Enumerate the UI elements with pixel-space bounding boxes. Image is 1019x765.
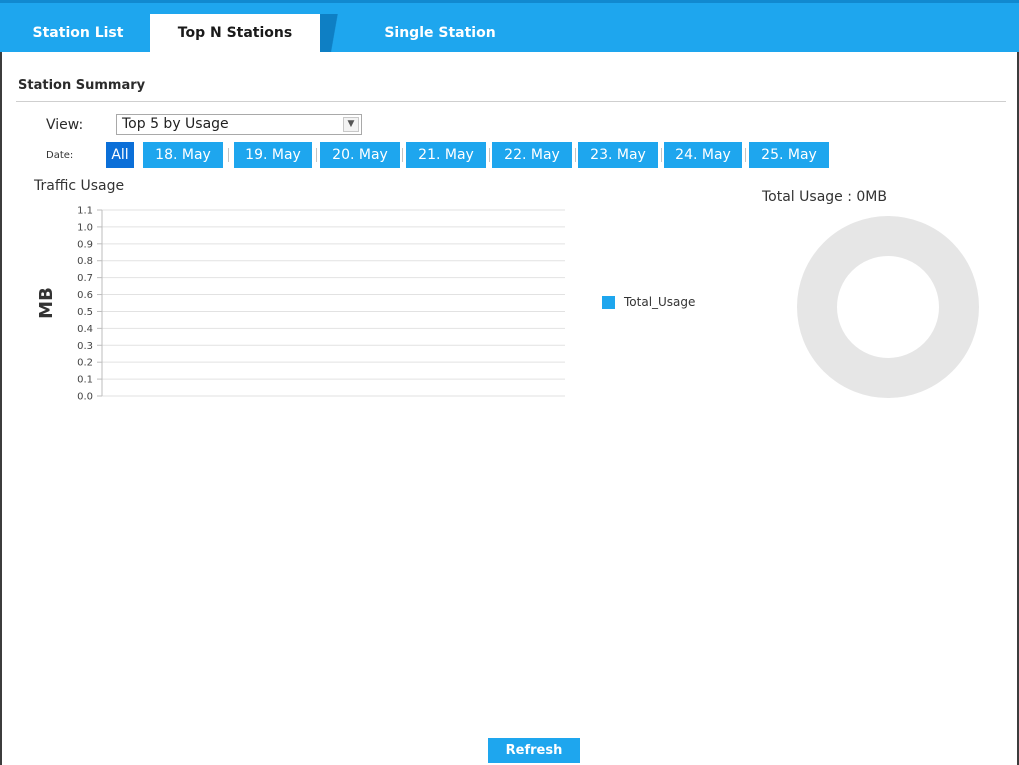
chart-legend: Total_Usage <box>602 295 695 309</box>
date-separator <box>489 148 490 162</box>
chart-y-tick-label: 0.1 <box>77 375 93 386</box>
chart-y-tick-label: 0.5 <box>77 307 93 318</box>
tab-bar: Station List Top N Stations Single Stati… <box>0 0 1019 52</box>
date-separator <box>661 148 662 162</box>
date-filter-all[interactable]: All <box>106 142 134 168</box>
date-separator <box>228 148 229 162</box>
chart-y-axis-label: MB <box>36 287 57 319</box>
date-label: Date: <box>46 150 74 161</box>
chart-y-tick-label: 0.2 <box>77 358 93 369</box>
chart-title: Traffic Usage <box>34 178 125 194</box>
donut-ring <box>797 216 979 398</box>
date-filter-21-may[interactable]: 21. May <box>406 142 486 168</box>
section-divider <box>16 101 1006 102</box>
view-select-value: Top 5 by Usage <box>122 116 229 132</box>
legend-label-total-usage: Total_Usage <box>624 295 696 309</box>
tab-single-station[interactable]: Single Station <box>340 14 540 52</box>
date-separator <box>316 148 317 162</box>
traffic-usage-chart: 1.1 1.0 0.9 0.8 0.7 0.6 0.5 0.4 0.3 0.2 0.1 0.0 MB <box>36 206 565 403</box>
date-filter-22-may[interactable]: 22. May <box>492 142 572 168</box>
tab-top-n-stations[interactable]: Top N Stations <box>150 14 320 52</box>
section-title: Station Summary <box>18 78 146 93</box>
total-usage-label: Total Usage : 0MB <box>762 189 887 205</box>
date-separator <box>575 148 576 162</box>
legend-swatch-total-usage <box>602 295 615 309</box>
view-select[interactable]: Top 5 by Usage ▼ <box>116 114 362 135</box>
chevron-down-icon[interactable]: ▼ <box>343 117 359 132</box>
refresh-button[interactable]: Refresh <box>488 738 580 763</box>
chart-y-tick-label: 0.6 <box>77 290 93 301</box>
date-filter-23-may[interactable]: 23. May <box>578 142 658 168</box>
tab-bar-top-line <box>0 0 1019 3</box>
chart-gridlines <box>102 209 565 397</box>
chart-y-tick-label: 0.9 <box>77 239 93 250</box>
chart-y-tick-label: 0.3 <box>77 341 93 352</box>
view-label: View: <box>46 117 84 133</box>
chart-y-tick-label: 0.0 <box>77 392 93 403</box>
date-filter-20-may[interactable]: 20. May <box>320 142 400 168</box>
date-filter-24-may[interactable]: 24. May <box>664 142 742 168</box>
chart-y-ticks: 1.1 1.0 0.9 0.8 0.7 0.6 0.5 0.4 0.3 0.2 0.1 0.0 <box>77 206 102 403</box>
tab-station-list[interactable]: Station List <box>16 14 140 52</box>
date-filter-18-may[interactable]: 18. May <box>143 142 223 168</box>
date-filter-19-may[interactable]: 19. May <box>234 142 312 168</box>
chart-y-tick-label: 1.0 <box>77 222 93 233</box>
date-separator <box>402 148 403 162</box>
chart-y-tick-label: 1.1 <box>77 206 93 217</box>
chart-y-tick-label: 0.8 <box>77 256 93 267</box>
date-separator <box>745 148 746 162</box>
chart-y-tick-label: 0.7 <box>77 273 93 284</box>
date-filter-25-may[interactable]: 25. May <box>749 142 829 168</box>
total-usage-donut <box>797 216 979 398</box>
chart-y-tick-label: 0.4 <box>77 324 93 335</box>
